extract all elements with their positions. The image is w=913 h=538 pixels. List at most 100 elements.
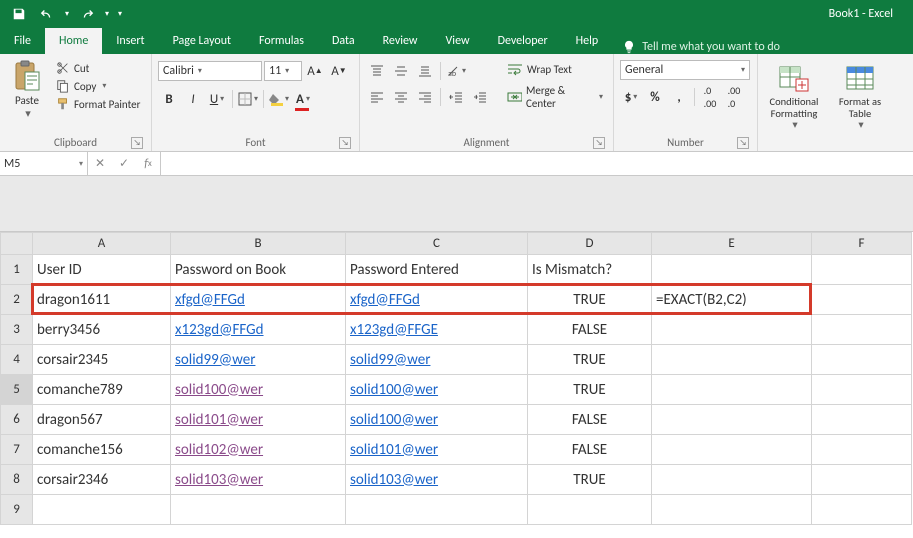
italic-button[interactable]: I	[182, 88, 204, 110]
undo-dropdown[interactable]: ▾	[62, 3, 72, 25]
cell-C5[interactable]: solid100@wer	[346, 375, 528, 405]
cell-D2[interactable]: TRUE	[528, 285, 652, 315]
fill-color-button[interactable]: ▾	[268, 88, 290, 110]
bold-button[interactable]: B	[158, 88, 180, 110]
cell-F5[interactable]	[812, 375, 912, 405]
cell-A9[interactable]	[33, 495, 171, 525]
comma-format-button[interactable]: ,	[668, 86, 690, 108]
row-header-6[interactable]: 6	[1, 405, 33, 435]
increase-font-button[interactable]: A▲	[304, 60, 326, 82]
cell-C1[interactable]: Password Entered	[346, 255, 528, 285]
cell-A6[interactable]: dragon567	[33, 405, 171, 435]
col-header-E[interactable]: E	[652, 233, 812, 255]
align-bottom-button[interactable]	[414, 60, 436, 82]
cell-F4[interactable]	[812, 345, 912, 375]
row-header-8[interactable]: 8	[1, 465, 33, 495]
cell-D6[interactable]: FALSE	[528, 405, 652, 435]
cell-A7[interactable]: comanche156	[33, 435, 171, 465]
number-format-combo[interactable]: General▾	[620, 60, 750, 80]
cell-F7[interactable]	[812, 435, 912, 465]
tab-insert[interactable]: Insert	[102, 28, 158, 54]
cell-link[interactable]: solid103@wer	[175, 471, 263, 489]
tab-developer[interactable]: Developer	[484, 28, 562, 54]
decrease-indent-button[interactable]	[445, 86, 467, 108]
cancel-formula-button[interactable]: ✕	[88, 156, 112, 171]
number-launcher[interactable]: ↘	[737, 137, 749, 149]
cell-F8[interactable]	[812, 465, 912, 495]
cell-E3[interactable]	[652, 315, 812, 345]
col-header-B[interactable]: B	[171, 233, 346, 255]
insert-function-button[interactable]: fx	[136, 157, 160, 171]
format-painter-button[interactable]: Format Painter	[54, 96, 142, 112]
cell-A3[interactable]: berry3456	[33, 315, 171, 345]
underline-button[interactable]: U▾	[206, 88, 228, 110]
cell-B3[interactable]: x123gd@FFGd	[171, 315, 346, 345]
tab-data[interactable]: Data	[318, 28, 369, 54]
cell-link[interactable]: solid100@wer	[350, 411, 438, 429]
orientation-button[interactable]: ab▾	[445, 60, 467, 82]
cell-C8[interactable]: solid103@wer	[346, 465, 528, 495]
cell-C6[interactable]: solid100@wer	[346, 405, 528, 435]
cell-B1[interactable]: Password on Book	[171, 255, 346, 285]
cell-link[interactable]: solid103@wer	[350, 471, 438, 489]
tab-file[interactable]: File	[0, 28, 45, 54]
align-middle-button[interactable]	[390, 60, 412, 82]
cell-link[interactable]: solid102@wer	[175, 441, 263, 459]
font-name-combo[interactable]: Calibri▾	[158, 61, 262, 81]
row-header-3[interactable]: 3	[1, 315, 33, 345]
col-header-C[interactable]: C	[346, 233, 528, 255]
cell-C3[interactable]: x123gd@FFGE	[346, 315, 528, 345]
cell-B4[interactable]: solid99@wer	[171, 345, 346, 375]
cell-E8[interactable]	[652, 465, 812, 495]
cell-D9[interactable]	[528, 495, 652, 525]
enter-formula-button[interactable]: ✓	[112, 156, 136, 171]
align-left-button[interactable]	[366, 86, 388, 108]
cell-A2[interactable]: dragon1611	[33, 285, 171, 315]
cell-E9[interactable]	[652, 495, 812, 525]
cell-B5[interactable]: solid100@wer	[171, 375, 346, 405]
format-as-table-button[interactable]: Format as Table▾	[830, 58, 890, 133]
font-color-button[interactable]: A▾	[292, 88, 314, 110]
alignment-launcher[interactable]: ↘	[593, 137, 605, 149]
cell-link[interactable]: xfgd@FFGd	[350, 291, 420, 309]
qat-customize[interactable]: ▾	[114, 3, 126, 25]
tab-home[interactable]: Home	[45, 28, 102, 54]
cell-A4[interactable]: corsair2345	[33, 345, 171, 375]
cell-link[interactable]: solid99@wer	[175, 351, 255, 369]
cell-A8[interactable]: corsair2346	[33, 465, 171, 495]
row-header-7[interactable]: 7	[1, 435, 33, 465]
cell-link[interactable]: x123gd@FFGE	[350, 321, 438, 339]
row-header-5[interactable]: 5	[1, 375, 33, 405]
col-header-A[interactable]: A	[33, 233, 171, 255]
cell-D3[interactable]: FALSE	[528, 315, 652, 345]
cell-C4[interactable]: solid99@wer	[346, 345, 528, 375]
cell-D1[interactable]: Is Mismatch?	[528, 255, 652, 285]
tell-me-search[interactable]: Tell me what you want to do	[612, 40, 790, 54]
cell-F3[interactable]	[812, 315, 912, 345]
merge-center-button[interactable]: Merge & Center▾	[503, 82, 607, 112]
cell-C7[interactable]: solid101@wer	[346, 435, 528, 465]
paste-button[interactable]: Paste ▾	[6, 58, 48, 134]
cell-link[interactable]: solid100@wer	[350, 381, 438, 399]
cell-D5[interactable]: TRUE	[528, 375, 652, 405]
select-all-corner[interactable]	[1, 233, 33, 255]
align-top-button[interactable]	[366, 60, 388, 82]
save-button[interactable]	[6, 3, 32, 25]
wrap-text-button[interactable]: Wrap Text	[503, 60, 607, 78]
cell-D7[interactable]: FALSE	[528, 435, 652, 465]
cell-C9[interactable]	[346, 495, 528, 525]
cell-link[interactable]: solid100@wer	[175, 381, 263, 399]
row-header-9[interactable]: 9	[1, 495, 33, 525]
redo-dropdown[interactable]: ▾	[102, 3, 112, 25]
row-header-2[interactable]: 2	[1, 285, 33, 315]
cell-E7[interactable]	[652, 435, 812, 465]
cell-link[interactable]: x123gd@FFGd	[175, 321, 264, 339]
redo-button[interactable]	[74, 3, 100, 25]
name-box[interactable]: M5 ▾	[0, 152, 88, 175]
cell-E4[interactable]	[652, 345, 812, 375]
cell-F2[interactable]	[812, 285, 912, 315]
cell-B2[interactable]: xfgd@FFGd	[171, 285, 346, 315]
cell-F9[interactable]	[812, 495, 912, 525]
cell-B6[interactable]: solid101@wer	[171, 405, 346, 435]
align-right-button[interactable]	[414, 86, 436, 108]
